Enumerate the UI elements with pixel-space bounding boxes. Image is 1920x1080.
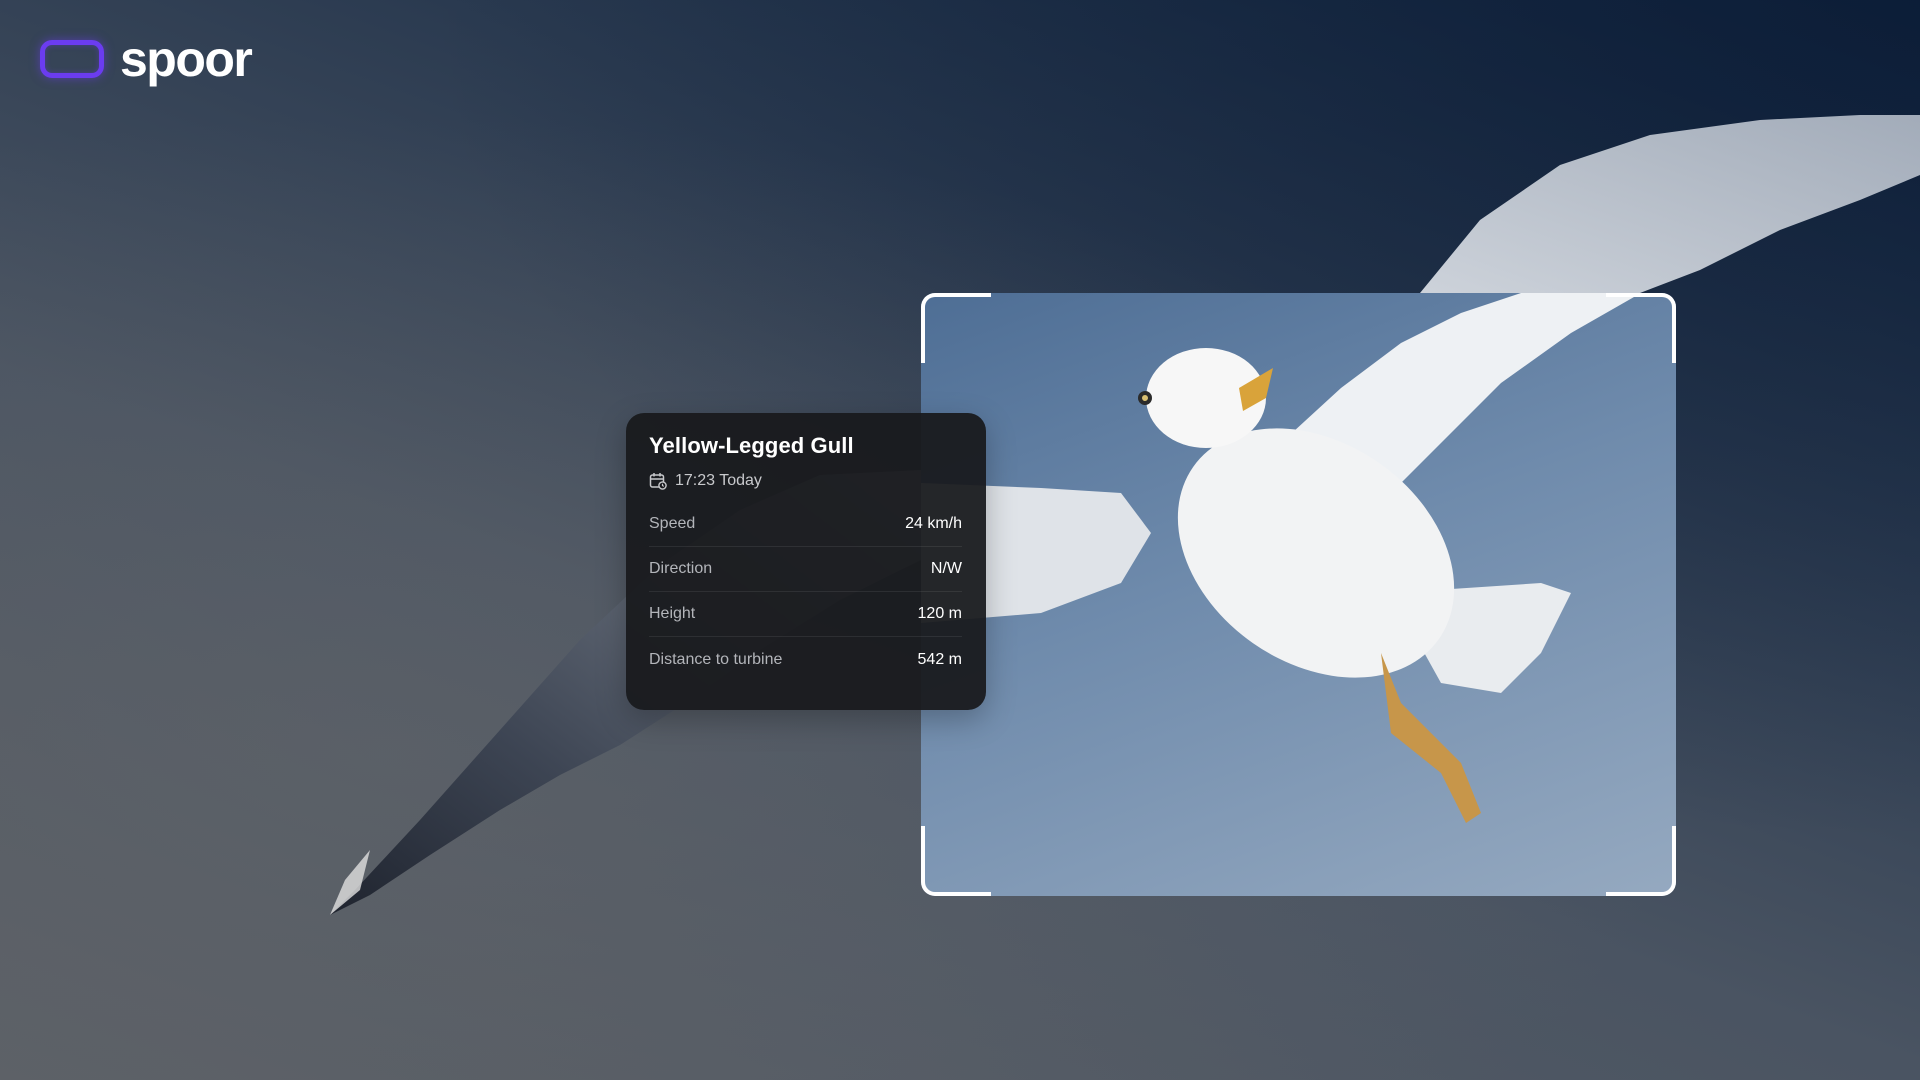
- calendar-clock-icon: [649, 473, 667, 491]
- video-stage: spoor Yellow-Legged Gull 17:23 Today Spe…: [0, 0, 1920, 1080]
- detection-corner-bottom-left: [921, 826, 991, 896]
- stat-value: 120 m: [917, 605, 962, 623]
- brand[interactable]: spoor: [40, 31, 253, 87]
- stat-value: 542 m: [917, 650, 962, 668]
- detection-time-text: 17:23 Today: [675, 472, 762, 490]
- rounded-rect-logo-icon: [40, 40, 104, 78]
- stat-row-height: Height 120 m: [649, 592, 962, 638]
- stat-label: Speed: [649, 515, 696, 533]
- stat-value: 24 km/h: [905, 515, 962, 533]
- stat-value: N/W: [930, 560, 962, 578]
- brand-name: spoor: [120, 31, 253, 87]
- detection-time: 17:23 Today: [649, 472, 962, 491]
- detection-info-card: Yellow-Legged Gull 17:23 Today Speed 24 …: [626, 413, 986, 710]
- stat-label: Direction: [649, 560, 713, 578]
- species-title: Yellow-Legged Gull: [649, 433, 854, 458]
- detection-corner-bottom-right: [1606, 826, 1676, 896]
- stat-row-distance: Distance to turbine 542 m: [649, 637, 962, 682]
- stat-row-direction: Direction N/W: [649, 547, 962, 593]
- stat-label: Height: [649, 605, 696, 623]
- gull-closeup-image: [921, 293, 1641, 823]
- detection-crop[interactable]: [921, 293, 1676, 896]
- detection-corner-top-left: [921, 293, 991, 363]
- stat-label: Distance to turbine: [649, 650, 783, 668]
- stat-row-speed: Speed 24 km/h: [649, 502, 962, 548]
- stats-list: Speed 24 km/h Direction N/W Height 120 m…: [649, 502, 962, 682]
- detection-corner-top-right: [1606, 293, 1676, 363]
